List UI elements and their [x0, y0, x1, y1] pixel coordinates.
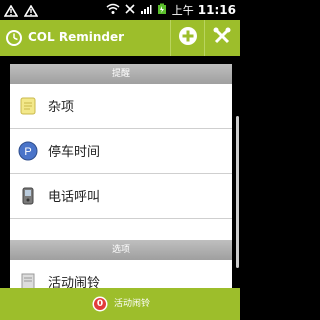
add-icon: [178, 26, 198, 50]
divider: [170, 20, 171, 56]
wifi-icon: [106, 3, 120, 18]
alarm-count: 0: [96, 299, 104, 309]
title-bar: COL Reminder: [0, 20, 240, 56]
list-item-parking[interactable]: P 停车时间: [10, 129, 232, 174]
section-header-reminders: 提醒: [10, 64, 232, 84]
phone-icon: [18, 186, 38, 206]
list-item-label: 杂项: [48, 100, 75, 115]
active-alarms-label: 活动闹铃: [114, 299, 151, 309]
parking-icon: P: [18, 141, 38, 161]
add-button[interactable]: [174, 24, 202, 52]
content-area: 提醒 杂项 P 停车时间 电话呼叫 选项 活动闹铃: [0, 56, 240, 291]
battery-icon: [156, 3, 168, 18]
reminder-list: 提醒 杂项 P 停车时间 电话呼叫 选项 活动闹铃: [10, 64, 232, 291]
settings-button[interactable]: [208, 24, 236, 52]
list-item-label: 停车时间: [48, 145, 101, 160]
scrollbar[interactable]: [236, 116, 239, 268]
list-item-misc[interactable]: 杂项: [10, 84, 232, 129]
list-item-active-alarms[interactable]: 活动闹铃: [10, 260, 232, 291]
note-icon: [18, 96, 38, 116]
warning-icon: [3, 2, 19, 21]
bottom-bar[interactable]: 0 活动闹铃: [0, 288, 240, 320]
warning-icon: [23, 2, 39, 21]
status-bar: 上午 11:16: [0, 0, 240, 20]
status-left-icons: [3, 2, 39, 21]
app-title: COL Reminder: [28, 30, 125, 44]
am-pm-label: 上午: [171, 4, 194, 17]
status-right-icons: 上午 11:16: [106, 2, 236, 18]
clock-icon: [4, 28, 24, 48]
tools-icon: [212, 26, 232, 50]
list-item-phone-call[interactable]: 电话呼叫: [10, 174, 232, 219]
section-header-options: 选项: [10, 240, 232, 260]
no-signal-icon: [124, 3, 136, 18]
signal-icon: [140, 3, 152, 18]
list-item-label: 电话呼叫: [48, 190, 101, 205]
clock-time: 11:16: [197, 3, 236, 17]
svg-text:P: P: [24, 146, 31, 158]
divider: [204, 20, 205, 56]
